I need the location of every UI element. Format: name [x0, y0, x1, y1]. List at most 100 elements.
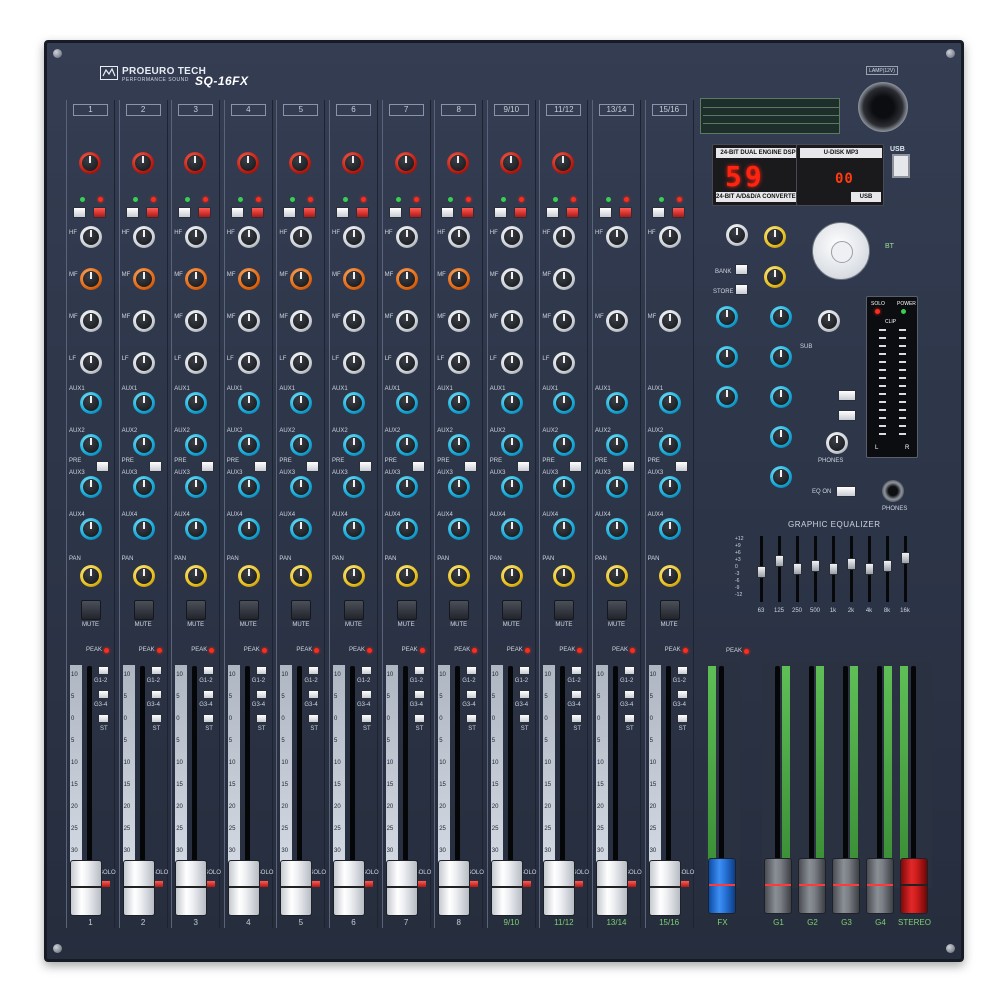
eq-knob[interactable] — [395, 310, 418, 332]
aux-send-knob[interactable] — [606, 434, 628, 456]
group-1-2-button[interactable] — [466, 666, 478, 675]
geq-slider[interactable] — [829, 563, 838, 575]
phantom-button[interactable] — [619, 207, 632, 218]
eq-knob[interactable] — [132, 352, 155, 374]
group-3-4-button[interactable] — [571, 690, 583, 699]
aux-send-knob[interactable] — [132, 518, 155, 540]
mp3-transport-pad[interactable] — [812, 222, 870, 280]
group-1-2-button[interactable] — [150, 666, 162, 675]
stereo-button[interactable] — [676, 714, 688, 723]
group-1-2-button[interactable] — [571, 666, 583, 675]
eq-knob[interactable] — [343, 310, 365, 332]
phantom-button[interactable] — [671, 207, 685, 218]
phones-knob[interactable] — [826, 432, 848, 454]
aux-send-knob[interactable] — [606, 518, 628, 540]
eq-knob[interactable] — [237, 268, 260, 290]
pan-knob[interactable] — [395, 565, 418, 587]
group-1-2-button[interactable] — [203, 666, 215, 675]
channel-fader[interactable] — [490, 860, 523, 916]
aux-send-knob[interactable] — [500, 392, 523, 414]
pan-knob[interactable] — [80, 565, 102, 587]
aux-send-knob[interactable] — [343, 518, 365, 540]
eq-knob[interactable] — [132, 226, 155, 248]
pan-knob[interactable] — [132, 565, 155, 587]
eq-knob[interactable] — [395, 226, 418, 248]
eq-knob[interactable] — [343, 226, 365, 248]
pre-button[interactable] — [464, 461, 478, 472]
aux-send-knob[interactable] — [80, 392, 102, 414]
usb-port[interactable]: USB — [890, 146, 912, 186]
line-switch-button[interactable] — [283, 207, 297, 218]
stereo-button[interactable] — [518, 714, 530, 723]
eq-knob[interactable] — [343, 268, 365, 290]
mute-button[interactable] — [133, 600, 154, 620]
aux-master-knob[interactable] — [716, 386, 738, 408]
sub-knob[interactable] — [818, 310, 840, 332]
phantom-button[interactable] — [250, 207, 264, 218]
mute-button[interactable] — [81, 600, 101, 620]
mute-button[interactable] — [291, 600, 312, 620]
pre-button[interactable] — [306, 461, 320, 472]
group-1-2-button[interactable] — [676, 666, 688, 675]
phones-jack[interactable] — [882, 480, 904, 502]
eq-on-button[interactable] — [836, 486, 856, 497]
group-1-2-button[interactable] — [308, 666, 320, 675]
eq-knob[interactable] — [132, 310, 155, 332]
pre-button[interactable] — [253, 461, 267, 472]
bus-fader[interactable] — [832, 858, 860, 914]
phantom-button[interactable] — [198, 207, 212, 218]
stereo-button[interactable] — [150, 714, 162, 723]
stereo-button[interactable] — [255, 714, 267, 723]
line-switch-button[interactable] — [125, 207, 139, 218]
line-switch-button[interactable] — [388, 207, 402, 218]
aux-send-knob[interactable] — [395, 434, 418, 456]
group-3-4-button[interactable] — [413, 690, 425, 699]
stereo-button[interactable] — [413, 714, 425, 723]
stereo-button[interactable] — [624, 714, 635, 723]
geq-slider[interactable] — [757, 565, 766, 578]
aux-return-knob[interactable] — [770, 426, 792, 448]
group-3-4-button[interactable] — [203, 690, 215, 699]
aux-send-knob[interactable] — [132, 392, 155, 414]
channel-fader[interactable] — [648, 860, 681, 916]
stereo-button[interactable] — [361, 714, 372, 723]
gain-knob[interactable] — [342, 152, 364, 174]
group-3-4-button[interactable] — [624, 690, 635, 699]
pan-knob[interactable] — [658, 565, 681, 587]
mute-button[interactable] — [554, 600, 575, 620]
channel-fader[interactable] — [175, 860, 208, 916]
pre-button[interactable] — [622, 461, 635, 472]
channel-fader[interactable] — [280, 860, 313, 916]
aux-send-knob[interactable] — [132, 476, 155, 498]
bus-fader[interactable] — [764, 858, 792, 914]
phantom-button[interactable] — [145, 207, 159, 218]
group-1-2-button[interactable] — [413, 666, 425, 675]
mute-button[interactable] — [344, 600, 364, 620]
pan-knob[interactable] — [343, 565, 365, 587]
eq-knob[interactable] — [237, 226, 260, 248]
geq-slider[interactable] — [865, 563, 874, 575]
group-3-4-button[interactable] — [676, 690, 688, 699]
eq-knob[interactable] — [500, 310, 523, 332]
aux-return-knob[interactable] — [770, 306, 792, 328]
mute-button[interactable] — [396, 600, 417, 620]
gain-knob[interactable] — [394, 152, 417, 174]
eq-knob[interactable] — [500, 268, 523, 290]
channel-fader[interactable] — [122, 860, 155, 916]
line-switch-button[interactable] — [336, 207, 349, 218]
eq-knob[interactable] — [237, 310, 260, 332]
pre-button[interactable] — [674, 461, 688, 472]
aux-send-knob[interactable] — [500, 518, 523, 540]
phantom-button[interactable] — [303, 207, 317, 218]
bus-fader[interactable] — [900, 858, 928, 914]
line-switch-button[interactable] — [441, 207, 455, 218]
pre-button[interactable] — [569, 461, 583, 472]
aux-send-knob[interactable] — [395, 476, 418, 498]
channel-fader[interactable] — [70, 860, 102, 916]
pan-knob[interactable] — [500, 565, 523, 587]
eq-knob[interactable] — [343, 352, 365, 374]
eq-knob[interactable] — [80, 352, 102, 374]
geq-slider[interactable] — [901, 552, 910, 565]
aux-send-knob[interactable] — [80, 518, 102, 540]
eq-knob[interactable] — [500, 352, 523, 374]
